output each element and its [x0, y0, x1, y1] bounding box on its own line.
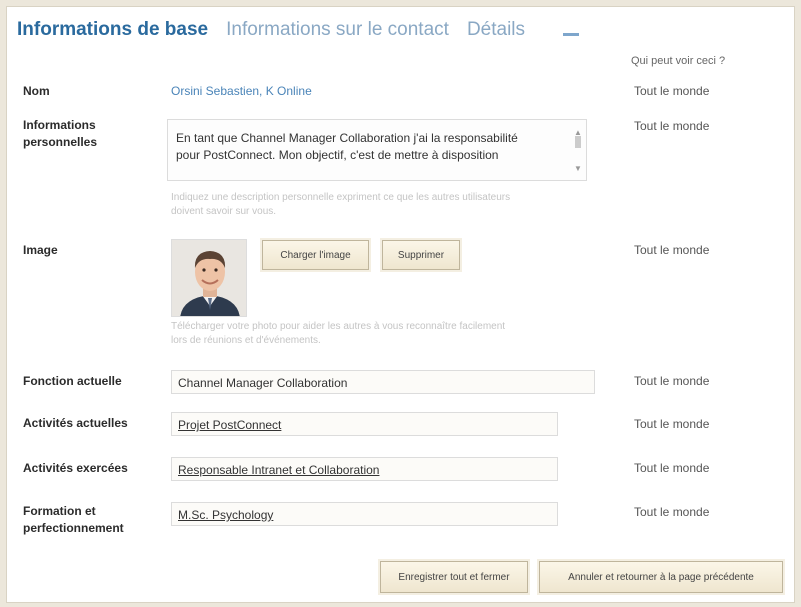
profile-edit-panel: Informations de base Informations sur le…: [6, 6, 795, 603]
save-and-close-button[interactable]: Enregistrer tout et fermer: [380, 561, 528, 593]
formation-visibility[interactable]: Tout le monde: [634, 505, 709, 519]
more-tabs-icon[interactable]: [563, 33, 579, 36]
image-label: Image: [23, 243, 58, 257]
fonction-input-value: Channel Manager Collaboration: [178, 376, 348, 390]
infos-label-line2: personnelles: [23, 135, 98, 149]
formation-value: M.Sc. Psychology: [178, 508, 274, 522]
description-hint: Indiquez une description personnelle exp…: [171, 191, 601, 219]
fonction-input[interactable]: Channel Manager Collaboration: [171, 370, 595, 394]
tab-bar: Informations de base Informations sur le…: [17, 19, 543, 41]
image-visibility[interactable]: Tout le monde: [634, 243, 709, 257]
formation-label: Formation et perfectionnement: [23, 503, 124, 537]
description-hint-line1: Indiquez une description personnelle exp…: [171, 192, 511, 203]
upload-image-button[interactable]: Charger l'image: [262, 240, 369, 270]
nom-value-link[interactable]: Orsini Sebastien, K Online: [171, 84, 312, 98]
textarea-scrollbar[interactable]: ▲ ▼: [572, 124, 584, 174]
tab-informations-contact[interactable]: Informations sur le contact: [226, 19, 449, 41]
activites-exercees-label: Activités exercées: [23, 461, 128, 475]
infos-label: Informations personnelles: [23, 117, 97, 151]
image-hint-line2: lors de réunions et d'événements.: [171, 335, 321, 346]
image-hint-line1: Télécharger votre photo pour aider les a…: [171, 321, 506, 332]
description-line2: pour PostConnect. Mon objectif, c'est de…: [176, 148, 499, 162]
infos-label-line1: Informations: [23, 118, 96, 132]
scroll-down-icon[interactable]: ▼: [574, 160, 582, 177]
personal-description-textarea[interactable]: En tant que Channel Manager Collaboratio…: [167, 119, 587, 181]
activites-exercees-visibility[interactable]: Tout le monde: [634, 461, 709, 475]
activites-actuelles-label: Activités actuelles: [23, 416, 128, 430]
profile-photo: [171, 239, 247, 317]
avatar-portrait-icon: [172, 240, 246, 316]
description-line1: En tant que Channel Manager Collaboratio…: [176, 131, 518, 145]
nom-visibility[interactable]: Tout le monde: [634, 84, 709, 98]
formation-label-line1: Formation et: [23, 504, 96, 518]
tab-details[interactable]: Détails: [467, 19, 525, 41]
tab-informations-de-base[interactable]: Informations de base: [17, 19, 208, 41]
visibility-column-header: Qui peut voir ceci ?: [631, 55, 726, 67]
delete-image-button[interactable]: Supprimer: [382, 240, 460, 270]
formation-label-line2: perfectionnement: [23, 521, 124, 535]
activites-actuelles-visibility[interactable]: Tout le monde: [634, 417, 709, 431]
fonction-visibility[interactable]: Tout le monde: [634, 374, 709, 388]
activites-exercees-value: Responsable Intranet et Collaboration: [178, 463, 380, 477]
description-hint-line2: doivent savoir sur vous.: [171, 206, 277, 217]
fonction-label: Fonction actuelle: [23, 374, 122, 388]
infos-visibility[interactable]: Tout le monde: [634, 119, 709, 133]
scroll-thumb[interactable]: [575, 136, 581, 148]
activites-actuelles-value: Projet PostConnect: [178, 418, 282, 432]
activites-actuelles-input[interactable]: Projet PostConnect: [171, 412, 558, 436]
nom-label: Nom: [23, 84, 50, 98]
formation-input[interactable]: M.Sc. Psychology: [171, 502, 558, 526]
image-hint: Télécharger votre photo pour aider les a…: [171, 320, 601, 348]
activites-exercees-input[interactable]: Responsable Intranet et Collaboration: [171, 457, 558, 481]
cancel-and-return-button[interactable]: Annuler et retourner à la page précédent…: [539, 561, 783, 593]
